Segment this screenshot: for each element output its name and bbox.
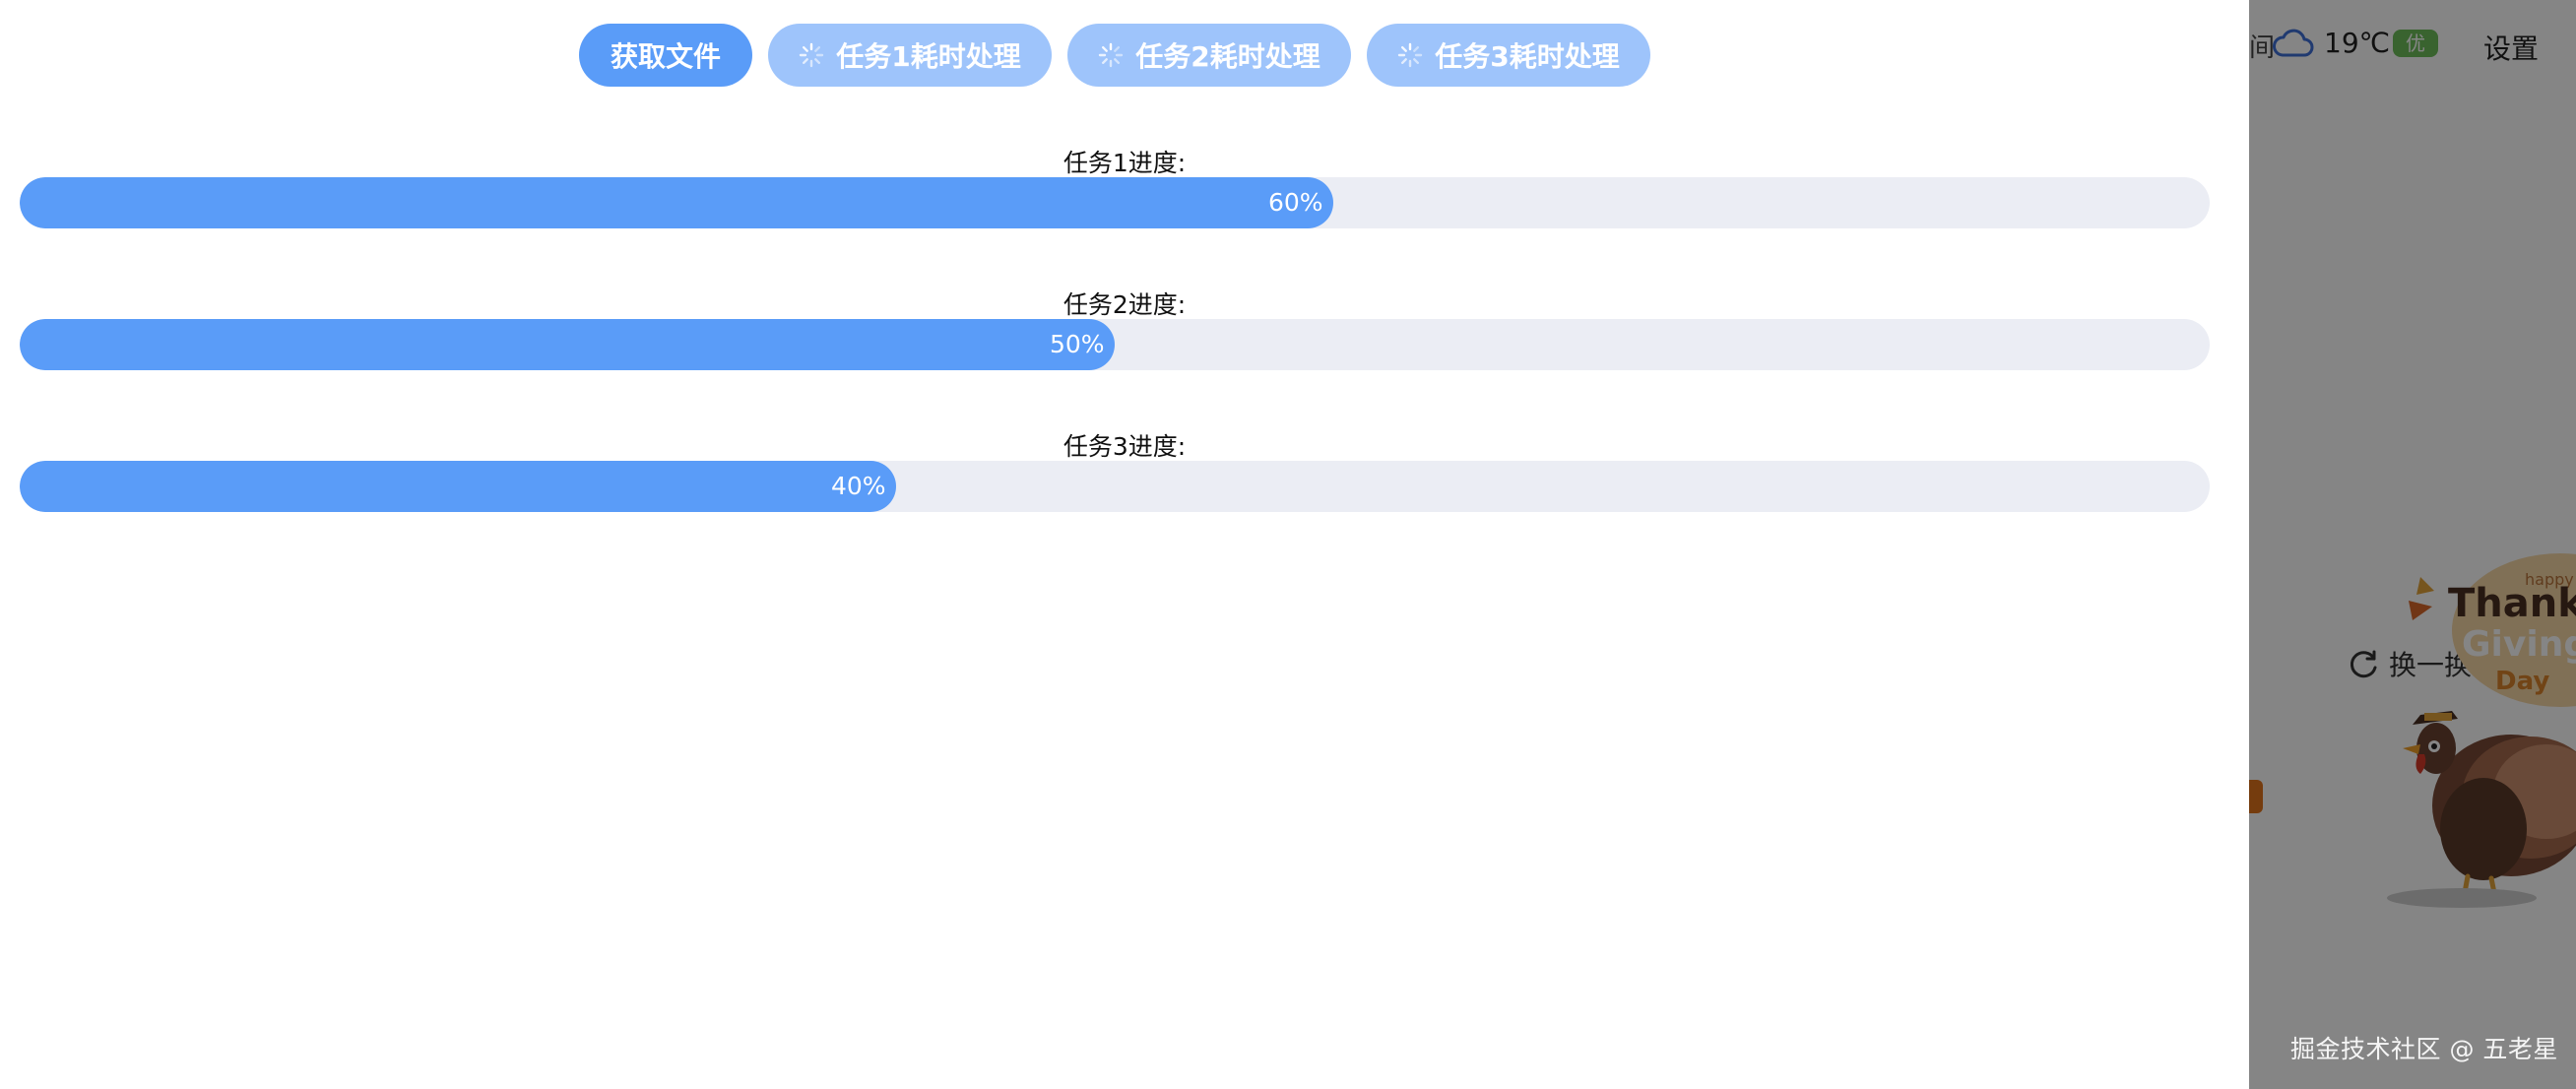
fetch-file-label: 获取文件 <box>610 40 721 73</box>
modal-overlay <box>2249 0 2576 1089</box>
task1-button-label: 任务1耗时处理 <box>836 40 1021 73</box>
task1-progress-label: 任务1进度: <box>1063 149 1187 177</box>
task2-progress-text: 50% <box>1050 330 1105 358</box>
task2-progress-bar: 50% <box>20 319 2210 370</box>
task3-progress-label: 任务3进度: <box>1063 432 1187 461</box>
spinner-icon <box>800 42 824 68</box>
task2-button-label: 任务2耗时处理 <box>1135 40 1320 73</box>
task2-progress-label: 任务2进度: <box>1063 290 1187 319</box>
task3-progress-text: 40% <box>831 472 886 500</box>
app-root: 间 19℃ 优 设置 换一换 happy Thanks Giving <box>0 0 2576 1089</box>
task3-progress-fill <box>20 461 896 512</box>
task2-button[interactable]: 任务2耗时处理 <box>1067 24 1351 87</box>
task1-progress-fill <box>20 177 1333 228</box>
task2-progress-fill <box>20 319 1115 370</box>
task1-progress-text: 60% <box>1268 188 1323 217</box>
task3-button[interactable]: 任务3耗时处理 <box>1367 24 1650 87</box>
task3-progress-bar: 40% <box>20 461 2210 512</box>
fetch-file-button[interactable]: 获取文件 <box>579 24 752 87</box>
spinner-icon <box>1099 42 1124 68</box>
task1-progress-bar: 60% <box>20 177 2210 228</box>
watermark-credit: 掘金技术社区 @ 五老星 <box>2290 1035 2558 1063</box>
spinner-icon <box>1398 42 1423 68</box>
task1-button[interactable]: 任务1耗时处理 <box>768 24 1052 87</box>
task3-button-label: 任务3耗时处理 <box>1435 40 1620 73</box>
task-panel: 获取文件 任务1耗时处理 任务2耗时处理 任务3耗时处理 任务1进度: 60% … <box>0 0 2249 1089</box>
